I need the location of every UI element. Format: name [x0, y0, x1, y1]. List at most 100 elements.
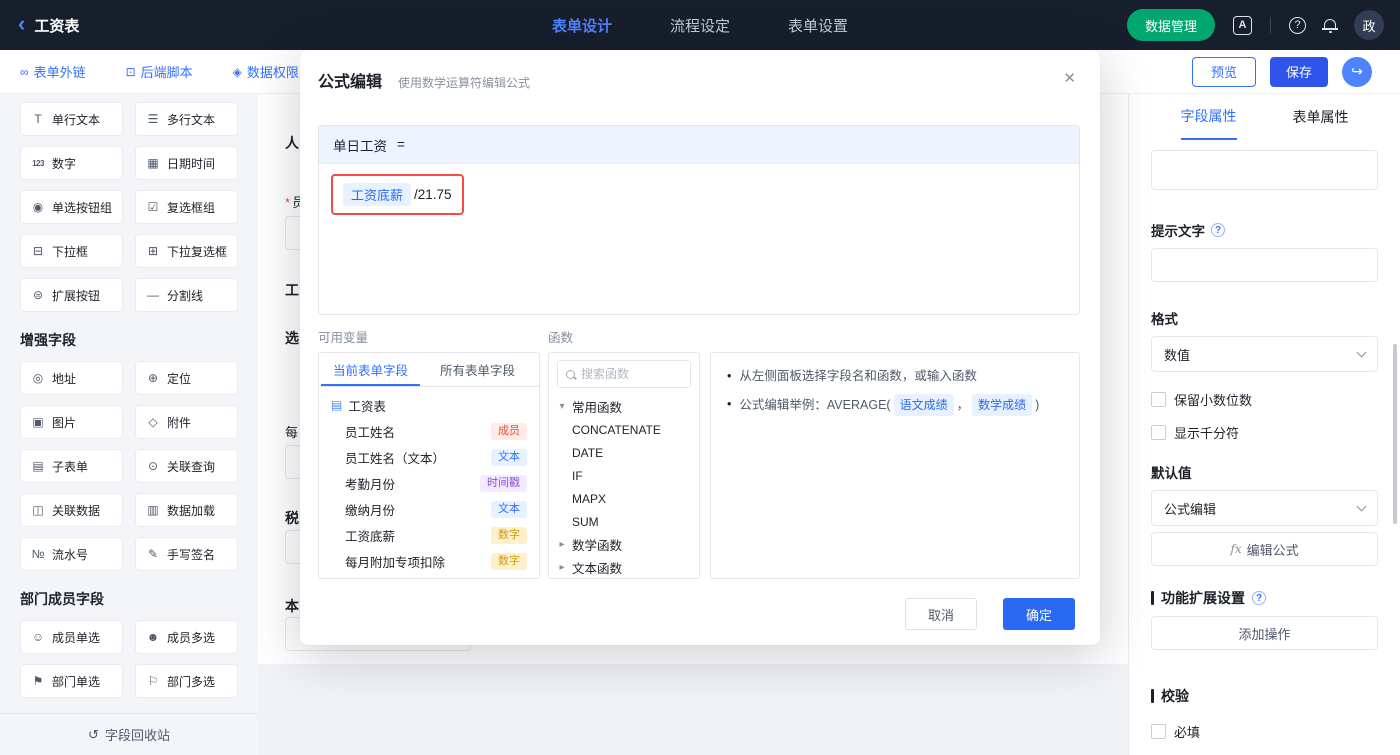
variable-item[interactable]: 每月附加专项扣除 数字	[331, 548, 527, 574]
toolbar-item[interactable]: ◈ 数据权限	[233, 62, 299, 81]
notification-bell-icon[interactable]	[1322, 18, 1338, 33]
toolbar-item[interactable]: ⊡ 后端脚本	[126, 62, 193, 81]
translate-icon[interactable]: A	[1233, 15, 1252, 35]
field-button[interactable]: ⊜ 扩展按钮	[20, 278, 123, 312]
tab-form-properties[interactable]: 表单属性	[1293, 94, 1349, 140]
dialog-header: 公式编辑 使用数学运算符编辑公式 ✕	[300, 50, 1100, 92]
multi-line-text-icon: ☰	[147, 112, 159, 126]
checkbox-keep-decimal[interactable]: 保留小数位数	[1151, 390, 1378, 409]
field-button[interactable]: ▣ 图片	[20, 405, 123, 439]
field-button[interactable]: ⊟ 下拉框	[20, 234, 123, 268]
fragment-text: 选	[285, 330, 299, 346]
formula-input-area[interactable]: 工资底薪 /21.75	[319, 164, 1079, 225]
function-item[interactable]: MAPX	[557, 487, 691, 510]
topbar-tab[interactable]: 表单设计	[552, 15, 612, 36]
format-label-row: 格式	[1151, 308, 1378, 328]
field-button[interactable]: ◫ 关联数据	[20, 493, 123, 527]
function-search-input[interactable]	[581, 367, 682, 381]
avatar[interactable]: 政	[1354, 10, 1384, 40]
field-button-label: 手写签名	[167, 547, 216, 562]
data-manage-button[interactable]: 数据管理	[1126, 9, 1215, 41]
field-button[interactable]: ☻ 成员多选	[135, 620, 238, 654]
formula-expression-highlight[interactable]: 工资底薪 /21.75	[331, 174, 464, 215]
cancel-button[interactable]: 取消	[905, 598, 977, 630]
function-group[interactable]: ▸ 数学函数	[557, 533, 691, 556]
field-recycle-bin[interactable]: ↺ 字段回收站	[0, 713, 258, 755]
field-button[interactable]: ☰ 多行文本	[135, 102, 238, 136]
dialog-footer: 取消 确定	[300, 598, 1100, 630]
format-select[interactable]: 数值	[1151, 336, 1378, 372]
back-button[interactable]: ‹ 工资表	[18, 12, 79, 36]
enhanced-fields-group: ◎ 地址 ⊕ 定位 ▣ 图片 ◇ 附件 ▤ 子表单 ⊙ 关联查询 ◫ 关联数据 ▥ 数据加载 № 流水号 ✎ 手写签名	[20, 361, 238, 571]
function-item[interactable]: CONCATENATE	[557, 418, 691, 441]
field-button[interactable]: № 流水号	[20, 537, 123, 571]
field-button[interactable]: ◇ 附件	[135, 405, 238, 439]
save-button[interactable]: 保存	[1270, 56, 1328, 87]
basic-fields-group: T 单行文本 ☰ 多行文本 123 数字 ▦ 日期时间 ◉ 单选按钮组 ☑ 复选框组 ⊟ 下拉框 ⊞ 下拉复选…	[20, 102, 238, 312]
preview-button[interactable]: 预览	[1192, 56, 1256, 87]
close-icon[interactable]: ✕	[1063, 69, 1076, 87]
help-icon[interactable]: ?	[1211, 223, 1225, 237]
hint-text-input[interactable]	[1151, 248, 1378, 282]
function-item[interactable]: DATE	[557, 441, 691, 464]
field-button[interactable]: ◎ 地址	[20, 361, 123, 395]
divider-icon: —	[147, 288, 159, 302]
variable-item[interactable]: 考勤月份 时间戳	[331, 470, 527, 496]
field-button[interactable]: ☑ 复选框组	[135, 190, 238, 224]
function-item[interactable]: IF	[557, 464, 691, 487]
field-button[interactable]: ⚐ 部门多选	[135, 664, 238, 698]
field-chip[interactable]: 工资底薪	[343, 183, 412, 206]
field-button[interactable]: ⊞ 下拉复选框	[135, 234, 238, 268]
default-value-select[interactable]: 公式编辑	[1151, 490, 1378, 526]
field-button[interactable]: ◉ 单选按钮组	[20, 190, 123, 224]
section-bar	[1151, 689, 1154, 703]
topbar-tab[interactable]: 表单设置	[788, 15, 848, 36]
linked-data-icon: ◫	[32, 503, 44, 517]
field-button[interactable]: ⊕ 定位	[135, 361, 238, 395]
variable-item[interactable]: 员工姓名（文本） 文本	[331, 444, 527, 470]
variable-type-tag: 文本	[491, 448, 527, 466]
variable-item[interactable]: 缴纳月份 文本	[331, 496, 527, 522]
function-group[interactable]: ▸ 文本函数	[557, 556, 691, 578]
variable-type-tag: 成员	[491, 422, 527, 440]
function-item[interactable]: SUM	[557, 510, 691, 533]
tab-all-form-fields[interactable]: 所有表单字段	[428, 353, 527, 386]
share-button[interactable]: ↪	[1342, 56, 1372, 87]
variable-item[interactable]: 员工姓名 成员	[331, 418, 527, 444]
field-button[interactable]: ▥ 数据加载	[135, 493, 238, 527]
checkbox-required[interactable]: 必填	[1151, 722, 1378, 741]
field-title-input[interactable]	[1151, 150, 1378, 190]
function-group[interactable]: ▾ 常用函数	[557, 395, 691, 418]
fragment-text: 本	[285, 598, 299, 614]
help-line: • 从左侧面板选择字段名和函数，或输入函数	[727, 366, 1063, 386]
field-button[interactable]: 123 数字	[20, 146, 123, 180]
variable-item[interactable]: 工资底薪 数字	[331, 522, 527, 548]
add-action-button[interactable]: 添加操作	[1151, 616, 1378, 650]
field-button[interactable]: — 分割线	[135, 278, 238, 312]
variable-tree: ▤ 工资表 员工姓名 成员 员工姓名（文本） 文本 考勤月份 时间戳 缴纳月份 文本 工资底薪 数字每…	[319, 387, 539, 578]
function-search[interactable]	[557, 360, 691, 388]
field-button[interactable]: ✎ 手写签名	[135, 537, 238, 571]
variable-tree-root[interactable]: ▤ 工资表	[331, 392, 527, 418]
permission-icon: ◈	[232, 64, 242, 79]
checkbox-thousand-separator[interactable]: 显示千分符	[1151, 423, 1378, 442]
field-button[interactable]: T 单行文本	[20, 102, 123, 136]
tab-current-form-fields[interactable]: 当前表单字段	[321, 353, 420, 386]
edit-formula-button[interactable]: fx 编辑公式	[1151, 532, 1378, 566]
help-icon[interactable]: ?	[1252, 591, 1266, 605]
field-button[interactable]: ▤ 子表单	[20, 449, 123, 483]
scrollbar-thumb[interactable]	[1393, 344, 1397, 524]
example-field-chip: 数学成绩	[972, 394, 1033, 416]
field-button-label: 分割线	[167, 288, 204, 303]
tab-field-properties[interactable]: 字段属性	[1180, 94, 1237, 140]
field-button[interactable]: ▦ 日期时间	[135, 146, 238, 180]
functions-label: 函数	[548, 331, 574, 345]
toolbar-item[interactable]: ∞ 表单外链	[20, 62, 86, 81]
help-icon[interactable]: ?	[1289, 16, 1306, 34]
topbar-tab[interactable]: 流程设定	[670, 15, 730, 36]
field-button-label: 成员单选	[52, 630, 101, 645]
field-button[interactable]: ⚑ 部门单选	[20, 664, 123, 698]
field-button[interactable]: ☺ 成员单选	[20, 620, 123, 654]
confirm-button[interactable]: 确定	[1003, 598, 1075, 630]
field-button[interactable]: ⊙ 关联查询	[135, 449, 238, 483]
